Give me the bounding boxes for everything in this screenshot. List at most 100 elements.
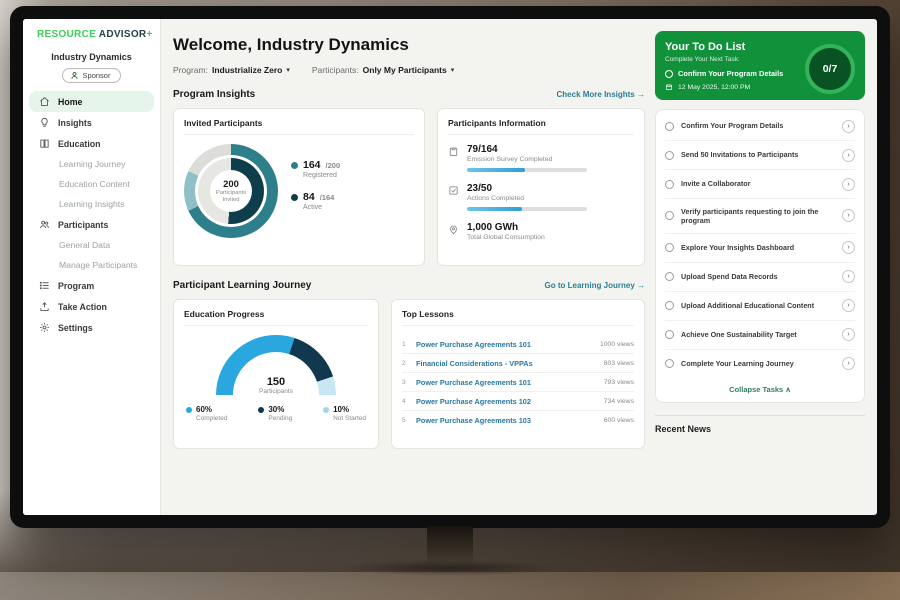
task-label: Achieve One Sustainability Target [681,330,835,339]
sidebar-item-insights[interactable]: Insights [23,112,160,133]
lesson-rank: 4 [402,398,409,405]
emission-survey-row: 79/164 Emission Survey Completed [448,144,634,172]
sidebar-item-program[interactable]: Program [23,275,160,296]
chevron-right-icon[interactable]: › [842,120,855,133]
go-to-learning-journey-link[interactable]: Go to Learning Journey → [545,281,645,290]
lesson-link[interactable]: Power Purchase Agreements 101 [416,378,597,387]
task-row[interactable]: Complete Your Learning Journey › [665,350,855,378]
actions-completed-progress [467,207,587,211]
education-progress-card: Education Progress 150 Participants 60 [173,299,379,449]
lesson-row: 3 Power Purchase Agreements 101 793 view… [402,373,634,392]
task-row[interactable]: Verify participants requesting to join t… [665,199,855,234]
global-consumption-value: 1,000 GWh [467,222,545,233]
program-insights-header: Program Insights Check More Insights → [173,89,645,100]
lesson-link[interactable]: Power Purchase Agreements 102 [416,397,597,406]
monitor-bezel: RESOURCE ADVISOR+ Industry Dynamics Spon… [10,6,890,528]
checkbox-icon[interactable] [665,151,674,160]
task-row[interactable]: Upload Additional Educational Content › [665,292,855,321]
top-lessons-card: Top Lessons 1 Power Purchase Agreements … [391,299,645,449]
emission-survey-value: 79/164 [467,144,587,155]
pending-label: Pending [268,415,292,422]
chevron-right-icon[interactable]: › [842,149,855,162]
task-row[interactable]: Upload Spend Data Records › [665,263,855,292]
lesson-rank: 1 [402,341,409,348]
chevron-right-icon[interactable]: › [842,209,855,222]
actions-completed-value: 23/50 [467,183,587,194]
clipboard-icon [448,146,459,157]
gauge-center-value: 150 [216,376,336,388]
lesson-link[interactable]: Power Purchase Agreements 101 [416,340,593,349]
task-row[interactable]: Invite a Collaborator › [665,170,855,199]
chevron-down-icon: ▾ [286,66,290,74]
lesson-link[interactable]: Financial Considerations - VPPAs [416,359,597,368]
chevron-right-icon[interactable]: › [842,328,855,341]
donut-center-label: Participants Invited [210,190,252,204]
check-more-insights-link[interactable]: Check More Insights → [557,90,645,99]
legend-not-started: 10% Not Started [323,405,366,422]
chevron-right-icon[interactable]: › [842,299,855,312]
invited-donut-chart: 200 Participants Invited [184,144,278,238]
participants-filter[interactable]: Participants: Only My Participants ▾ [312,65,454,75]
actions-completed-progress-fill [467,207,522,211]
sidebar-item-manage-participants[interactable]: Manage Participants [23,255,160,275]
lesson-link[interactable]: Power Purchase Agreements 103 [416,416,597,425]
caret-up-icon: ∧ [785,385,791,394]
program-filter[interactable]: Program: Industrialize Zero ▾ [173,65,290,75]
not-started-label: Not Started [333,415,366,422]
task-label: Verify participants requesting to join t… [681,207,835,226]
learning-journey-title: Participant Learning Journey [173,280,311,291]
sidebar-item-label: Insights [58,118,92,128]
sidebar-item-settings[interactable]: Settings [23,317,160,338]
checkbox-icon[interactable] [665,122,674,131]
sidebar-item-label: Home [58,97,82,107]
task-row[interactable]: Explore Your Insights Dashboard › [665,234,855,263]
chevron-right-icon[interactable]: › [842,178,855,191]
sidebar-item-education[interactable]: Education [23,133,160,154]
sidebar-item-learning-journey[interactable]: Learning Journey [23,154,160,174]
brand-part2: ADVISOR [99,29,147,40]
learning-journey-header: Participant Learning Journey Go to Learn… [173,280,645,291]
participants-filter-value: Only My Participants [363,65,447,75]
lesson-views: 1000 views [600,341,634,348]
sidebar-nav: Home Insights Education Learning Journey… [23,91,160,338]
sidebar-item-label: Education [58,139,101,149]
task-row[interactable]: Achieve One Sustainability Target › [665,321,855,350]
sidebar-item-education-content[interactable]: Education Content [23,174,160,194]
sidebar-item-general-data[interactable]: General Data [23,235,160,255]
checkbox-icon[interactable] [665,330,674,339]
sponsor-badge[interactable]: Sponsor [62,68,122,83]
monitor-stand [427,526,473,564]
not-started-dot-icon [323,407,329,413]
task-label: Upload Additional Educational Content [681,301,835,310]
emission-survey-progress-fill [467,168,525,172]
checkbox-icon[interactable] [665,301,674,310]
education-legend: 60% Completed 30% Pending 10% Not Starte… [184,405,368,422]
global-consumption-row: 1,000 GWh Total Global Consumption [448,222,634,241]
lesson-views: 803 views [604,360,634,367]
checkbox-icon[interactable] [665,70,673,78]
checkbox-icon[interactable] [665,272,674,281]
chevron-right-icon[interactable]: › [842,241,855,254]
sidebar-item-take-action[interactable]: Take Action [23,296,160,317]
chevron-right-icon[interactable]: › [842,357,855,370]
legend-completed: 60% Completed [186,405,227,422]
chevron-right-icon[interactable]: › [842,270,855,283]
sidebar-item-label: Program [58,281,94,291]
checkbox-icon[interactable] [665,211,674,220]
sidebar-item-participants[interactable]: Participants [23,214,160,235]
upload-icon [39,301,50,312]
invited-participants-card: Invited Participants 200 Participants In… [173,108,425,266]
sidebar-item-learning-insights[interactable]: Learning Insights [23,194,160,214]
lesson-views: 734 views [604,398,634,405]
checkbox-icon[interactable] [665,180,674,189]
sidebar-item-home[interactable]: Home [29,91,154,112]
bulb-icon [39,117,50,128]
checkbox-icon[interactable] [665,243,674,252]
registered-dot-icon [291,162,298,169]
task-row[interactable]: Send 50 Invitations to Participants › [665,141,855,170]
collapse-tasks-link[interactable]: Collapse Tasks ∧ [665,378,855,400]
todo-summary-card: Your To Do List Complete Your Next Task:… [655,31,865,100]
checkbox-icon[interactable] [665,359,674,368]
lesson-row: 1 Power Purchase Agreements 101 1000 vie… [402,335,634,354]
task-row[interactable]: Confirm Your Program Details › [665,112,855,141]
